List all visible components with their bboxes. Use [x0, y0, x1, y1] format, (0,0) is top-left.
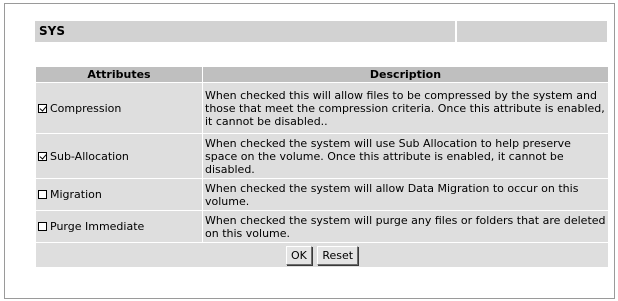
ok-button[interactable]: OK [285, 245, 312, 265]
purge-immediate-description: When checked the system will purge any f… [203, 211, 608, 242]
compression-description: When checked this will allow files to be… [203, 83, 608, 133]
compression-label: Compression [50, 101, 122, 115]
migration-checkbox[interactable] [38, 190, 47, 199]
purge-immediate-checkbox[interactable] [38, 222, 47, 231]
volume-title-bar: SYS [35, 21, 607, 42]
attribute-cell: Purge Immediate [36, 211, 202, 242]
title-bar-right [457, 21, 607, 42]
table-row: Sub-Allocation When checked the system w… [36, 134, 608, 178]
compression-checkbox[interactable] [38, 103, 47, 113]
reset-button[interactable]: Reset [317, 245, 359, 265]
purge-immediate-label: Purge Immediate [50, 220, 145, 233]
column-header-attributes: Attributes [36, 67, 202, 82]
attribute-cell: Sub-Allocation [36, 134, 202, 178]
attributes-table: Attributes Description Compression When … [35, 66, 609, 268]
table-row: Migration When checked the system will a… [36, 179, 608, 210]
table-header-row: Attributes Description [36, 67, 608, 82]
table-row: Compression When checked this will allow… [36, 83, 608, 133]
button-row: OK Reset [36, 243, 608, 267]
attribute-cell: Compression [36, 83, 202, 133]
column-header-description: Description [203, 67, 608, 82]
button-cell: OK Reset [36, 243, 608, 267]
sub-allocation-description: When checked the system will use Sub All… [203, 134, 608, 178]
attribute-cell: Migration [36, 179, 202, 210]
migration-label: Migration [50, 188, 102, 201]
migration-description: When checked the system will allow Data … [203, 179, 608, 210]
sub-allocation-checkbox[interactable] [38, 151, 47, 161]
sub-allocation-label: Sub-Allocation [50, 149, 129, 163]
volume-title: SYS [35, 21, 455, 42]
table-row: Purge Immediate When checked the system … [36, 211, 608, 242]
